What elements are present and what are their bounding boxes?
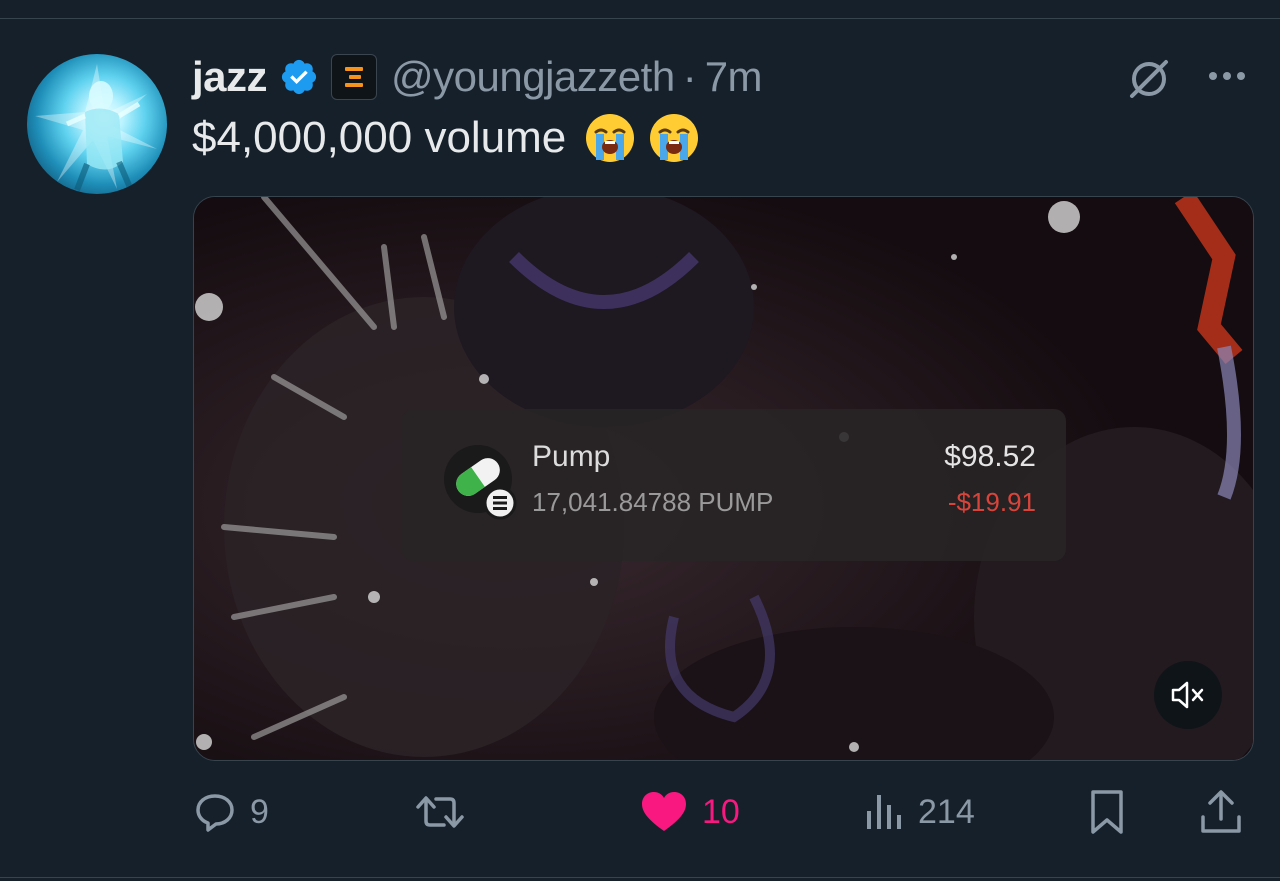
- top-divider: [0, 18, 1280, 19]
- views-icon: [867, 795, 901, 829]
- reply-button[interactable]: 9: [194, 780, 269, 844]
- like-count: 10: [702, 792, 740, 831]
- reply-icon: [196, 794, 234, 832]
- loudly-crying-face-emoji: [650, 114, 699, 162]
- views-button[interactable]: 214: [864, 780, 975, 844]
- share-button[interactable]: [1199, 780, 1243, 844]
- token-amount: 17,041.84788 PUMP: [532, 487, 774, 517]
- view-count: 214: [918, 792, 975, 831]
- loudly-crying-face-emoji: [586, 114, 635, 162]
- bottom-divider: [0, 877, 1280, 878]
- token-name: Pump: [532, 440, 611, 473]
- reply-count: 9: [250, 792, 269, 831]
- retweet-icon: [416, 796, 464, 828]
- more-icon[interactable]: [1205, 62, 1249, 90]
- bookmark-icon: [1091, 790, 1123, 834]
- pill-token-icon: [444, 445, 517, 520]
- tweet-text: $4,000,000 volume: [192, 112, 700, 164]
- mute-icon: [1171, 681, 1204, 709]
- grok-icon[interactable]: [1126, 56, 1172, 102]
- token-card: Pump 17,041.84788 PUMP $98.52 -$19.91: [402, 409, 1066, 561]
- like-button[interactable]: 10: [640, 780, 740, 844]
- tweet-body: $4,000,000 volume: [192, 113, 567, 162]
- bookmark-button[interactable]: [1087, 780, 1127, 844]
- affiliate-badge-icon[interactable]: [331, 54, 378, 100]
- tweet-header: jazz @youngjazzeth · 7m: [192, 52, 763, 102]
- retweet-button[interactable]: [414, 780, 480, 844]
- video-media[interactable]: Pump 17,041.84788 PUMP $98.52 -$19.91: [193, 196, 1254, 761]
- display-name[interactable]: jazz: [192, 53, 268, 101]
- verified-badge-icon[interactable]: [279, 57, 319, 97]
- avatar[interactable]: [27, 54, 167, 194]
- action-bar: 9 10 214: [0, 780, 1280, 844]
- separator-dot: ·: [682, 53, 697, 100]
- mute-button[interactable]: [1154, 661, 1222, 729]
- share-icon: [1201, 790, 1241, 833]
- timestamp[interactable]: 7m: [705, 53, 763, 101]
- user-handle[interactable]: @youngjazzeth: [391, 53, 675, 101]
- token-value: $98.52: [944, 440, 1036, 473]
- heart-icon: [642, 792, 686, 831]
- token-change: -$19.91: [947, 487, 1036, 517]
